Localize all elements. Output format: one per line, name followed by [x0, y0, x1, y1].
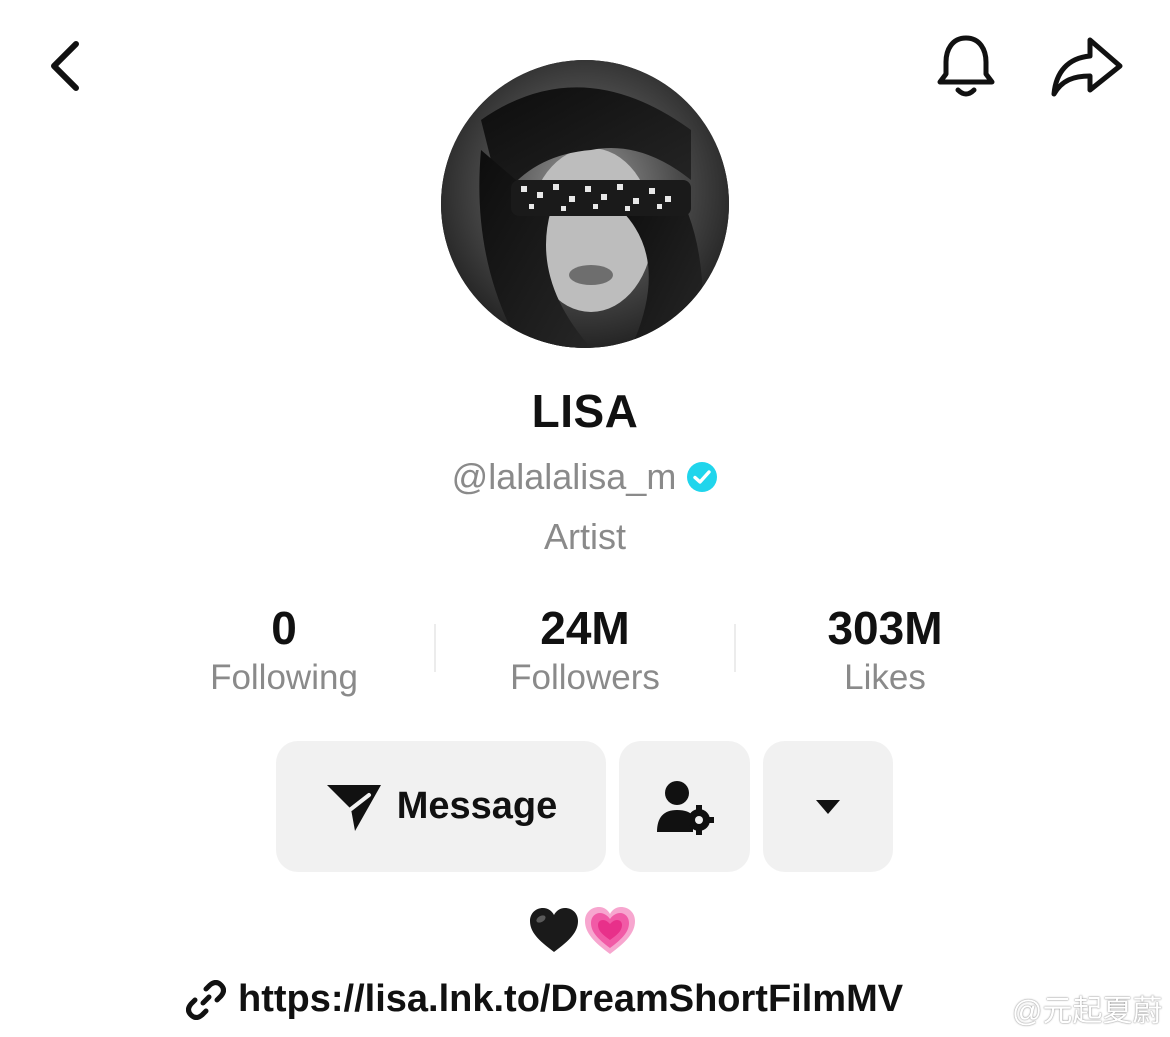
avatar-image: [441, 60, 729, 348]
message-button-label: Message: [396, 785, 558, 827]
weibo-icon: [961, 994, 1004, 1025]
stat-following[interactable]: 0 Following: [134, 600, 434, 700]
stat-followers[interactable]: 24M Followers: [435, 600, 735, 700]
likes-label: Likes: [844, 658, 926, 697]
username-handle: @lalalalisa_m: [451, 456, 677, 497]
handle-row: @lalalalisa_m: [0, 456, 1170, 498]
watermark: @元起夏蔚: [960, 986, 1162, 1030]
display-name: LISA: [531, 385, 639, 437]
stat-likes[interactable]: 303M Likes: [735, 600, 1035, 700]
followers-count: 24M: [540, 602, 630, 654]
message-button[interactable]: Message: [276, 741, 606, 872]
black-heart-icon: [530, 908, 578, 952]
following-count: 0: [271, 602, 297, 654]
bio-title: Artist: [543, 516, 626, 557]
verified-badge-icon: [687, 462, 718, 492]
growing-heart-icon: [585, 907, 635, 954]
caret-down-icon: [816, 799, 840, 814]
watermark-text: @元起夏蔚: [1012, 995, 1163, 1028]
share-arrow-icon: [1051, 37, 1123, 97]
avatar[interactable]: [441, 60, 729, 348]
chevron-left-icon: [51, 41, 79, 91]
link-icon: [186, 979, 226, 1020]
bell-icon: [937, 35, 995, 97]
likes-count: 303M: [827, 602, 943, 654]
back-button[interactable]: [40, 36, 96, 96]
bio-link-text[interactable]: https://lisa.lnk.to/DreamShortFilmMV: [238, 978, 903, 1021]
followers-label: Followers: [510, 658, 660, 697]
notification-bell-button[interactable]: [930, 30, 1002, 102]
more-options-button[interactable]: [763, 741, 893, 872]
following-label: Following: [210, 658, 358, 697]
bio-link[interactable]: https://lisa.lnk.to/DreamShortFilmMV: [186, 978, 903, 1021]
bio-emoji: [528, 906, 636, 956]
profile-settings-button[interactable]: [619, 741, 750, 872]
user-settings-icon: [656, 780, 714, 835]
send-icon: [326, 784, 381, 831]
share-button[interactable]: [1046, 34, 1126, 100]
